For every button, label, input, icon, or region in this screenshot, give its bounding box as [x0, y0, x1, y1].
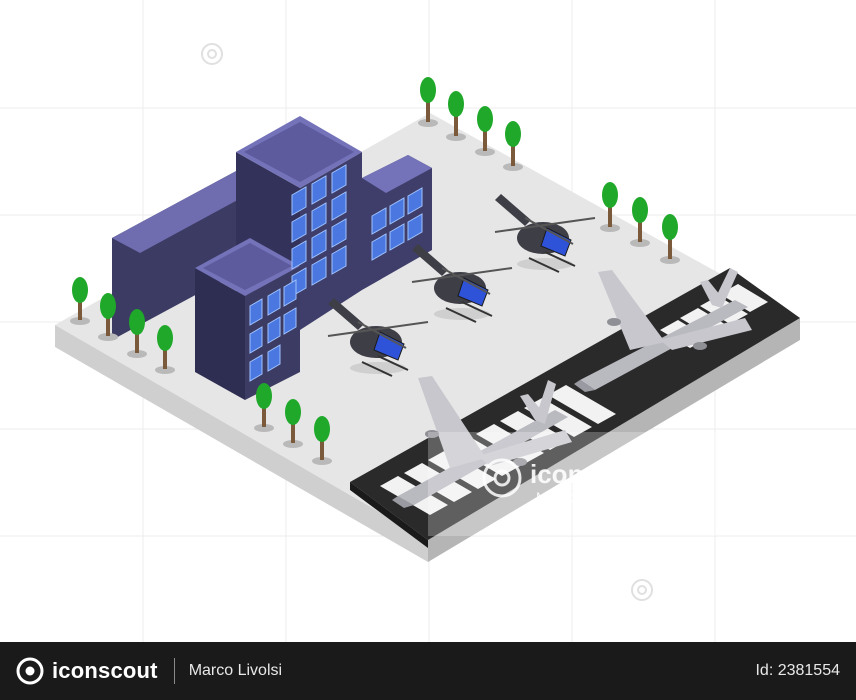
footer-bar: iconscout Marco Livolsi Id: 2381554 — [0, 642, 856, 700]
author-name[interactable]: Marco Livolsi — [189, 662, 282, 680]
footer-divider — [173, 658, 175, 684]
watermark-brand: iconscout — [530, 459, 653, 489]
watermark-author: Marco Livolsi — [536, 489, 618, 505]
brand-logo[interactable]: iconscout — [16, 657, 158, 685]
watermark: iconscout Marco Livolsi — [428, 432, 716, 536]
airport-illustration: iconscout Marco Livolsi — [0, 0, 856, 642]
brand-name: iconscout — [52, 658, 158, 683]
image-id: Id: 2381554 — [755, 662, 840, 679]
iconscout-logo-icon — [16, 657, 44, 685]
